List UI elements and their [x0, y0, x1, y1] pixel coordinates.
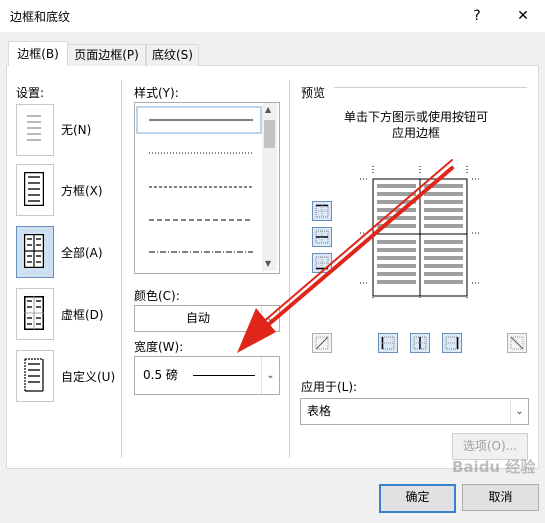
width-line-sample	[193, 375, 255, 376]
border-bottom-button[interactable]	[312, 253, 332, 273]
chevron-down-icon[interactable]: ⌄	[261, 306, 279, 331]
border-top-button[interactable]	[312, 201, 332, 221]
width-value: 0.5 磅	[143, 368, 178, 382]
cancel-button[interactable]: 取消	[462, 484, 539, 511]
setting-grid-button[interactable]	[16, 288, 54, 340]
diagonal-up-icon	[315, 336, 329, 350]
border-all-icon	[24, 234, 44, 268]
scroll-down-icon[interactable]: ▼	[265, 259, 271, 268]
border-bottom-icon	[315, 256, 329, 270]
border-inside-horizontal-button[interactable]	[312, 227, 332, 247]
width-dropdown[interactable]: 0.5 磅 ⌄	[134, 356, 280, 395]
border-inside-horizontal-icon	[315, 230, 329, 244]
divider-left	[121, 80, 122, 458]
style-scroll-thumb[interactable]	[264, 120, 275, 148]
style-options	[136, 106, 262, 253]
window-title: 边框和底纹	[10, 10, 71, 24]
color-heading: 颜色(C):	[134, 289, 180, 303]
border-left-button[interactable]	[378, 333, 398, 353]
border-right-icon	[445, 336, 459, 350]
border-top-icon	[315, 204, 329, 218]
tab-shading[interactable]: 底纹(S)	[146, 44, 199, 66]
border-inside-vertical-icon	[413, 336, 427, 350]
border-grid-icon	[24, 296, 44, 330]
divider-right	[289, 80, 290, 458]
apply-to-dropdown[interactable]: 表格 ⌄	[300, 398, 529, 425]
scroll-up-icon[interactable]: ▲	[265, 105, 271, 114]
ok-button[interactable]: 确定	[379, 484, 456, 513]
preview-heading-rule	[334, 87, 527, 88]
width-heading: 宽度(W):	[134, 340, 184, 354]
border-right-button[interactable]	[442, 333, 462, 353]
diagonal-up-button[interactable]	[507, 333, 527, 353]
settings-heading: 设置:	[16, 86, 45, 100]
border-box-icon	[24, 172, 44, 206]
diagonal-down-button[interactable]	[312, 333, 332, 353]
preview-hint-line2: 应用边框	[391, 126, 440, 140]
setting-all-button[interactable]	[16, 226, 54, 278]
preview-diagram[interactable]	[360, 166, 480, 306]
setting-none-button[interactable]	[16, 104, 54, 156]
setting-grid-label: 虚框(D)	[61, 308, 104, 322]
tab-borders[interactable]: 边框(B)	[8, 41, 68, 67]
border-left-icon	[381, 336, 395, 350]
chevron-down-icon[interactable]: ⌄	[510, 399, 528, 424]
preview-heading: 预览	[301, 86, 326, 100]
border-custom-icon	[24, 358, 44, 392]
color-dropdown[interactable]: 自动 ⌄	[134, 305, 280, 332]
setting-custom-button[interactable]	[16, 350, 54, 402]
style-list[interactable]	[134, 102, 280, 274]
setting-box-label: 方框(X)	[61, 184, 103, 198]
setting-box-button[interactable]	[16, 164, 54, 216]
setting-none-label: 无(N)	[61, 123, 92, 137]
preview-hint-line1: 单击下方图示或使用按钮可	[343, 110, 488, 124]
style-heading: 样式(Y):	[134, 86, 179, 100]
setting-custom-label: 自定义(U)	[61, 370, 116, 384]
color-value: 自动	[185, 311, 210, 325]
tab-page-borders[interactable]: 页面边框(P)	[67, 44, 146, 66]
watermark: Baidu 经验	[452, 458, 536, 476]
chevron-down-icon[interactable]: ⌄	[261, 357, 279, 394]
border-none-icon	[27, 115, 41, 141]
setting-all-label: 全部(A)	[61, 246, 103, 260]
diagonal-down-icon	[510, 336, 524, 350]
apply-to-value: 表格	[307, 404, 332, 418]
close-button[interactable]: ✕	[510, 4, 536, 28]
help-button[interactable]: ?	[464, 4, 490, 28]
apply-to-heading: 应用于(L):	[301, 380, 358, 394]
border-inside-vertical-button[interactable]	[410, 333, 430, 353]
